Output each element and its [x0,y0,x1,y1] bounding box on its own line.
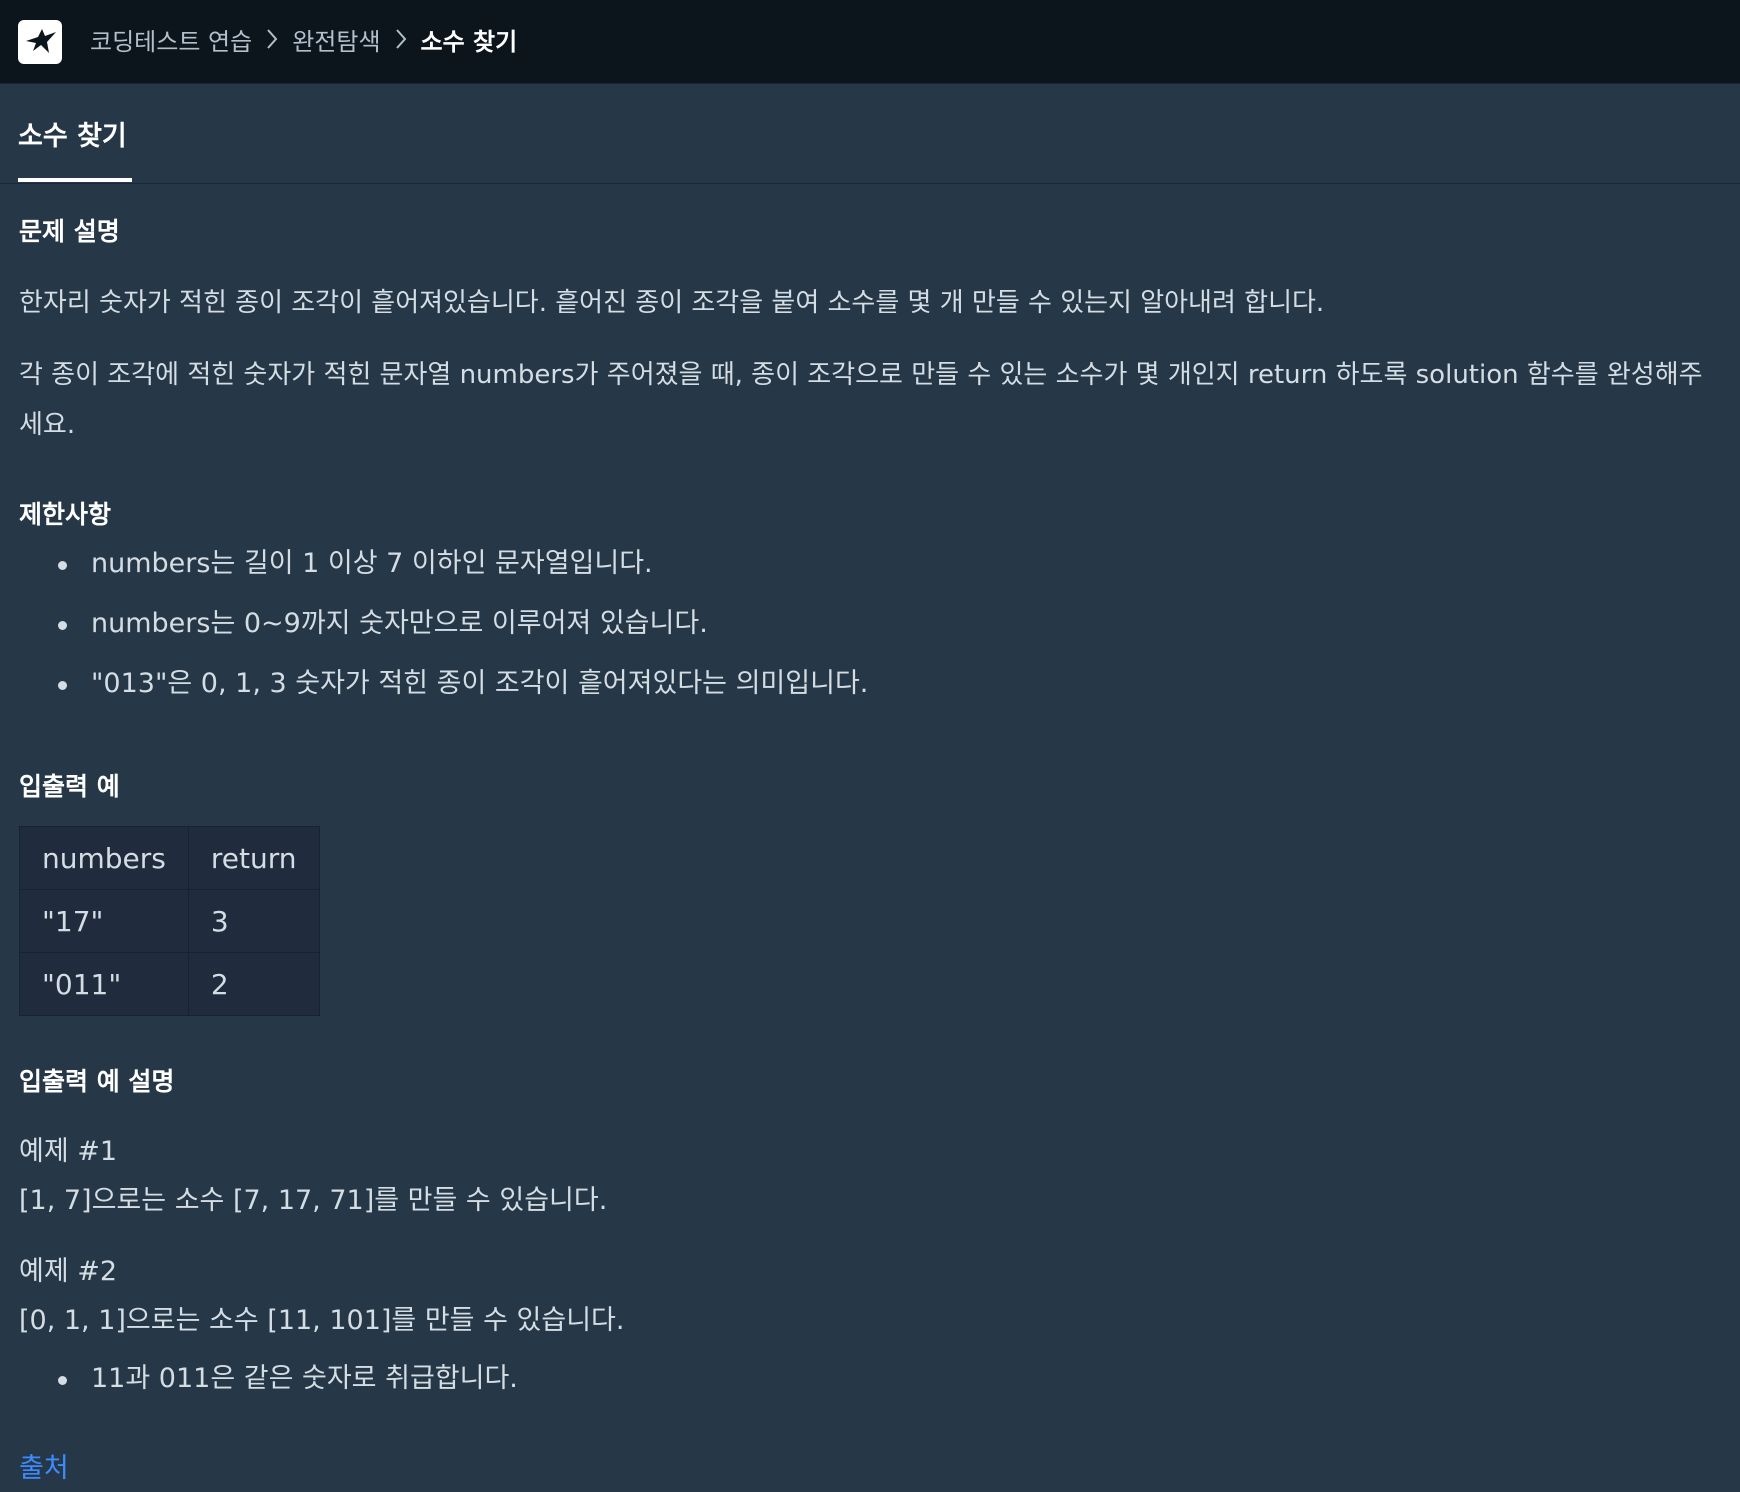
io-example-table: numbers return "17" 3 "011" 2 [19,826,320,1016]
example-label: 예제 #2 [19,1256,118,1287]
example-label: 예제 #1 [19,1136,118,1167]
breadcrumb-item-category[interactable]: 완전탐색 [292,22,380,57]
list-item-text: 11과 011은 같은 숫자로 취급합니다. [91,1363,518,1394]
table-cell: "17" [19,889,189,953]
example-text: [1, 7]으로는 소수 [7, 17, 71]를 만들 수 있습니다. [19,1185,608,1216]
source-link[interactable]: 출처 [19,1446,69,1485]
table-row: "17" 3 [19,889,320,953]
tab-bar: 소수 찾기 [0,84,1740,184]
list-item: numbers는 0~9까지 숫자만으로 이루어져 있습니다. [19,604,868,664]
problem-description-heading: 문제 설명 [19,217,120,246]
table-cell: "011" [19,952,189,1016]
table-cell: 2 [187,952,320,1016]
list-item-text: "013"은 0, 1, 3 숫자가 적힌 종이 조각이 흩어져있다는 의미입니… [91,668,869,699]
notes-list: 11과 011은 같은 숫자로 취급합니다. [19,1359,518,1419]
chevron-right-icon [395,28,407,50]
list-item: "013"은 0, 1, 3 숫자가 적힌 종이 조각이 흩어져있다는 의미입니… [19,664,868,724]
table-header-row: numbers return [19,826,320,890]
constraints-heading: 제한사항 [19,500,112,529]
io-explanation-heading: 입출력 예 설명 [19,1067,175,1096]
table-header-cell: numbers [19,826,189,890]
breadcrumb-item-coding-test[interactable]: 코딩테스트 연습 [90,22,252,57]
constraints-list: numbers는 길이 1 이상 7 이하인 문자열입니다. numbers는 … [19,544,868,724]
chevron-right-icon [266,28,278,50]
programmers-logo-icon[interactable] [18,20,62,64]
breadcrumb: 코딩테스트 연습 완전탐색 소수 찾기 [90,0,517,78]
problem-paragraph: 각 종이 조각에 적힌 숫자가 적힌 문자열 numbers가 주어졌을 때, … [19,360,1703,440]
top-navigation-bar: 코딩테스트 연습 완전탐색 소수 찾기 [0,0,1740,84]
bullet-icon [58,561,67,570]
list-item-text: numbers는 길이 1 이상 7 이하인 문자열입니다. [91,548,653,579]
bullet-icon [58,621,67,630]
list-item: numbers는 길이 1 이상 7 이하인 문자열입니다. [19,544,868,604]
table-header-cell: return [187,826,320,890]
tab-problem[interactable]: 소수 찾기 [18,114,127,153]
table-cell: 3 [187,889,320,953]
bullet-icon [58,681,67,690]
active-tab-indicator [18,178,132,182]
list-item: 11과 011은 같은 숫자로 취급합니다. [19,1359,518,1419]
bullet-icon [58,1376,67,1385]
list-item-text: numbers는 0~9까지 숫자만으로 이루어져 있습니다. [91,608,708,639]
breadcrumb-item-current: 소수 찾기 [420,27,518,56]
io-example-heading: 입출력 예 [19,772,120,801]
example-text: [0, 1, 1]으로는 소수 [11, 101]를 만들 수 있습니다. [19,1305,625,1336]
table-row: "011" 2 [19,952,320,1016]
problem-paragraph: 한자리 숫자가 적힌 종이 조각이 흩어져있습니다. 흩어진 종이 조각을 붙여… [19,288,1325,318]
